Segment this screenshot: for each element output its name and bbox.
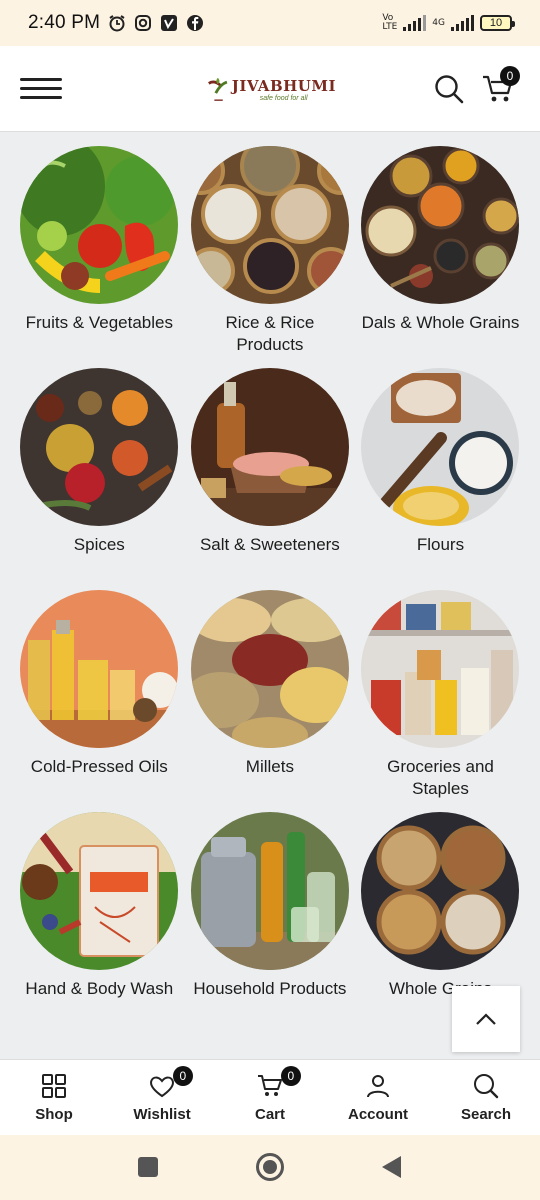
category-millets[interactable]: Millets [185,584,356,802]
category-grid: Fruits & Vegetables Rice & Rice Products [14,140,526,1024]
hamburger-menu-button[interactable] [20,78,62,100]
category-label: Salt & Sweeteners [199,535,340,554]
notification-icons [108,14,204,32]
category-dals[interactable]: Dals & Whole Grains [355,140,526,358]
header-cart-count-badge: 0 [500,66,520,86]
app-header: JIVABHUMI safe food for all [0,46,540,132]
category-label: Groceries and Staples [387,757,494,798]
volte-icon: Vo LTE [382,13,398,32]
household-image [190,812,349,970]
category-spices[interactable]: Spices [14,362,185,580]
scroll-to-top-button[interactable] [452,986,520,1052]
nav-label: Wishlist [133,1106,191,1123]
handwash-image [20,812,179,970]
signal-icon-2 [451,15,474,31]
nav-label: Search [460,1106,512,1123]
nav-label: Account [348,1106,408,1123]
category-label: Rice & Rice Products [225,313,315,354]
category-cold-pressed-oils[interactable]: Cold-Pressed Oils [14,584,185,802]
brand-logo[interactable]: JIVABHUMI safe food for all [206,66,336,112]
category-label: Hand & Body Wash [25,979,174,998]
salt-image [190,368,349,526]
dals-image [361,146,520,304]
logo-hands-icon [208,77,228,101]
groceries-image [361,590,520,748]
signal-icon [403,15,427,31]
vegetables-image [20,146,179,304]
category-label: Cold-Pressed Oils [30,757,168,776]
category-label: Household Products [193,979,347,998]
wishlist-count-badge: 0 [172,1066,193,1086]
status-bar: 2:40 PM Vo LTE 4G 10 [0,0,540,46]
flours-image [361,368,520,526]
category-groceries-staples[interactable]: Groceries and Staples [355,584,526,802]
category-label: Millets [245,757,294,776]
bottom-nav: Shop 0 Wishlist 0 Cart Account Search [0,1059,540,1135]
nav-wishlist[interactable]: 0 Wishlist [108,1060,216,1135]
cart-icon [258,1075,282,1096]
search-icon[interactable] [434,74,464,104]
vimeo-icon [161,15,178,31]
category-label: Dals & Whole Grains [361,313,520,332]
category-label: Fruits & Vegetables [25,313,173,332]
category-household-products[interactable]: Household Products [185,806,356,1024]
grid-icon [42,1074,66,1098]
heart-icon [150,1076,174,1098]
recent-apps-button[interactable] [138,1157,158,1177]
category-hand-body-wash[interactable]: Hand & Body Wash [14,806,185,1024]
nav-label: Cart [254,1106,285,1123]
battery-icon: 10 [480,15,515,31]
user-icon [367,1075,389,1098]
rice-image [190,146,349,304]
category-salt-sweeteners[interactable]: Salt & Sweeteners [185,362,356,580]
nav-account[interactable]: Account [324,1060,432,1135]
alarm-icon [109,15,125,32]
category-rice[interactable]: Rice & Rice Products [185,140,356,358]
nav-cart[interactable]: 0 Cart [216,1060,324,1135]
search-icon [474,1074,499,1099]
nav-search[interactable]: Search [432,1060,540,1135]
home-button[interactable] [256,1153,284,1181]
network-type: 4G [432,17,445,28]
system-nav-bar [0,1135,540,1200]
category-label: Flours [416,535,465,554]
cart-count-badge: 0 [280,1066,301,1086]
system-status: Vo LTE 4G 10 [382,13,515,32]
category-label: Spices [73,535,125,554]
oils-image [20,590,179,748]
millets-image [190,590,349,748]
logo-name: JIVABHUMI [231,76,336,95]
instagram-icon [135,15,152,31]
category-flours[interactable]: Flours [355,362,526,580]
chevron-up-icon [476,1013,496,1025]
facebook-icon [187,15,204,31]
battery-level: 10 [489,17,503,29]
logo-tagline: safe food for all [259,94,308,102]
spices-image [20,368,179,526]
nav-shop[interactable]: Shop [0,1060,108,1135]
grains-image [361,812,520,970]
category-fruits-vegetables[interactable]: Fruits & Vegetables [14,140,185,358]
status-time: 2:40 PM [28,12,101,33]
back-button[interactable] [382,1156,401,1178]
nav-label: Shop [35,1106,73,1123]
